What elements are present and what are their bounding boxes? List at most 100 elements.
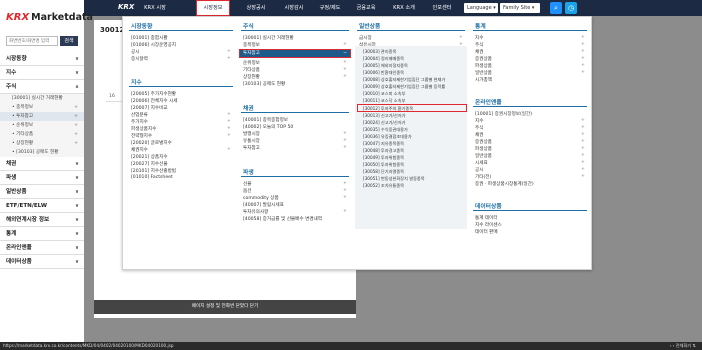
menu-item[interactable]: 채권지수 xyxy=(131,147,148,153)
menu-item[interactable]: [20020] 글로벌지수 xyxy=(131,140,172,146)
search-button[interactable]: 검색 xyxy=(60,36,78,46)
menu-item[interactable]: 선물 xyxy=(243,181,251,187)
sidebar-item-commodity[interactable]: 일반상품 ∨ xyxy=(0,185,84,199)
sidebar-sub-stock-info[interactable]: • 종목정보 + xyxy=(0,103,84,112)
menu-item[interactable]: [40002] 오늘의 TOP 50 xyxy=(243,124,293,130)
submenu-item[interactable]: [30047] 지유종목종목 xyxy=(363,141,404,147)
nav-listing-disclosure[interactable]: 상장공시 xyxy=(240,0,272,16)
menu-item[interactable]: 주식 xyxy=(475,125,483,131)
submenu-item[interactable]: [30050] 투자위험종목 xyxy=(363,162,404,168)
submenu-item[interactable]: [30024] 신고가/신저가 xyxy=(363,120,405,126)
menu-item[interactable]: 공시 xyxy=(131,49,139,55)
submenu-item[interactable]: [30006] 반환대인종목 xyxy=(363,70,404,76)
menu-item[interactable]: 투자참고 xyxy=(243,145,260,151)
menu-item[interactable]: 주가지수 xyxy=(131,119,148,125)
menu-item[interactable]: 순위정보 xyxy=(243,60,260,66)
sidebar-item-data-products[interactable]: 데이터상품 ∨ xyxy=(0,255,84,269)
menu-item[interactable]: 투자유의사항 xyxy=(243,209,268,215)
krx-top-logo[interactable]: KRX xyxy=(118,3,134,11)
submenu-item[interactable]: [30009] 상호출자제한기업집단 그룹별 등락률 xyxy=(363,84,445,90)
sidebar-item-derivatives[interactable]: 파생 ∨ xyxy=(0,171,84,185)
menu-item[interactable]: 파생상품 xyxy=(475,63,492,69)
sidebar-sub-ranking[interactable]: • 순위정보 + xyxy=(0,121,84,130)
menu-item[interactable]: 시가총액 xyxy=(475,77,492,83)
menu-item[interactable]: 데이터 판매 xyxy=(475,229,498,235)
menu-item[interactable]: 증시달력 xyxy=(131,56,148,62)
submenu-item[interactable]: [30004] 정리매매종목 xyxy=(363,56,404,62)
menu-item[interactable]: commodity 상품 xyxy=(243,195,279,201)
menu-item[interactable]: 주식 xyxy=(475,42,483,48)
menu-item[interactable]: 채권 xyxy=(475,49,483,55)
menu-item[interactable]: [20021] 상품지수 xyxy=(131,154,168,160)
menu-item[interactable]: 지수 라이센스 xyxy=(475,222,502,228)
submenu-item-selected[interactable]: [30012] 투자주의 환기종목 xyxy=(357,104,467,112)
submenu-item[interactable]: [30048] 투자경고종목 xyxy=(363,148,404,154)
sidebar-sub-invest-ref[interactable]: • 투자참고 + xyxy=(0,112,84,121)
submenu-item[interactable]: [30049] 투자위험종목 xyxy=(363,155,404,161)
menu-item[interactable]: [01001] 종합시황 xyxy=(131,35,168,41)
menu-item[interactable]: 상장현황 xyxy=(243,74,260,80)
menu-item[interactable]: 파생상품지수 xyxy=(131,126,156,132)
menu-item[interactable]: 금시장 xyxy=(359,35,372,41)
menu-item[interactable]: 산업분류 xyxy=(131,112,148,118)
submenu-item[interactable]: [30003] 관리종목 xyxy=(363,49,396,55)
family-site-select[interactable]: Family Site ▾ xyxy=(500,3,540,13)
clock-icon[interactable]: ◷ xyxy=(565,2,577,14)
nav-finance-education[interactable]: 금융교육 xyxy=(350,0,382,16)
sidebar-item-overseas[interactable]: 해외연계시장 정보 ∨ xyxy=(0,213,84,227)
menu-item[interactable]: [40007] 발림시세표 xyxy=(243,202,284,208)
panel-footer-button[interactable]: 페이지 설정 및 전화번 닫았다 닫기 xyxy=(94,300,356,314)
menu-item[interactable]: 통계 데이터 xyxy=(475,215,498,221)
menu-item[interactable]: 발행시장 xyxy=(243,131,260,137)
nav-krx-market[interactable]: KRX 시장 xyxy=(138,0,172,16)
search-input[interactable] xyxy=(6,36,58,46)
menu-item[interactable]: 증권상품 xyxy=(475,139,492,145)
nav-market-surveillance[interactable]: 시장감시 xyxy=(278,0,310,16)
menu-item[interactable]: 지수 xyxy=(475,118,483,124)
menu-item[interactable]: 옵션 xyxy=(243,188,251,194)
menu-item[interactable]: [20027] 지수선물 xyxy=(131,161,168,167)
sidebar-sub-etc[interactable]: • 기타상품 + xyxy=(0,130,84,139)
sidebar-item-stock[interactable]: 주식 ∧ xyxy=(0,80,84,94)
menu-item[interactable]: [10001] 증권시장정보(일간) xyxy=(475,111,532,117)
sidebar-item-etf[interactable]: ETF/ETN/ELW ∨ xyxy=(0,199,84,213)
menu-item[interactable]: 공시 xyxy=(475,167,483,173)
menu-item[interactable]: [20007] 지수비교 xyxy=(131,105,168,111)
menu-item[interactable]: [40001] 종목종합정보 xyxy=(243,117,288,123)
menu-item[interactable]: 시세표 xyxy=(475,160,488,166)
sidebar-item-market-trend[interactable]: 시장동향 ∨ xyxy=(0,52,84,66)
menu-item[interactable]: 종목정보 xyxy=(243,42,260,48)
menu-item[interactable]: 일반상품 xyxy=(475,153,492,159)
menu-item[interactable]: 기타(전) xyxy=(475,174,491,180)
sidebar-sub-short-sale[interactable]: • [30103] 공매도 현황 xyxy=(0,148,84,157)
submenu-item[interactable]: [30035] 수익증권대용가 xyxy=(363,127,408,133)
menu-item[interactable]: [20101] 지수산출방법 xyxy=(131,168,176,174)
submenu-item[interactable]: [30051] 변동성완화장치 발동종목 xyxy=(363,176,425,182)
menu-item[interactable]: [30001] 실시간 거래현황 xyxy=(243,35,294,41)
search-icon[interactable]: ⌕ xyxy=(550,2,562,14)
nav-krx-about[interactable]: KRX 소개 xyxy=(388,0,420,16)
submenu-item[interactable]: [30010] 코스피 소속부 xyxy=(363,91,405,97)
menu-item[interactable]: 채권 xyxy=(475,132,483,138)
menu-item[interactable]: [30103] 공매도 현황 xyxy=(243,81,285,87)
menu-item[interactable]: 파생상품 xyxy=(475,146,492,152)
sidebar-item-online[interactable]: 온라인앤플 ∨ xyxy=(0,241,84,255)
menu-item[interactable]: 증권상품 xyxy=(475,56,492,62)
nav-market-info[interactable]: 시장정보 xyxy=(196,0,230,16)
menu-item[interactable]: [01010] Factsheet xyxy=(131,175,173,180)
menu-item[interactable]: [01006] 시장운영공지 xyxy=(131,42,176,48)
menu-item-invest-ref-selected[interactable]: 투자참고 − xyxy=(239,49,351,58)
nav-rules[interactable]: 규정/제도 xyxy=(314,0,346,16)
menu-item[interactable]: [40058] 증거금률 및 선물배수 변경내역 xyxy=(243,216,322,222)
sidebar-item-index[interactable]: 지수 ∨ xyxy=(0,66,84,80)
submenu-item[interactable]: [30008] 상호출자제한기업집단 그룹별 현재가 xyxy=(363,77,445,83)
language-select[interactable]: Language ▾ xyxy=(464,3,498,13)
sidebar-item-stats[interactable]: 통계 ∨ xyxy=(0,227,84,241)
submenu-item[interactable]: [30005] 해외지정지종목 xyxy=(363,63,408,69)
menu-item[interactable]: 유통시장 xyxy=(243,138,260,144)
nav-info-center[interactable]: 인포센터 xyxy=(426,0,458,16)
menu-item[interactable]: [20005] 주가지수현황 xyxy=(131,91,176,97)
menu-item[interactable]: 증권 · 파생상품시장통계(일간) xyxy=(475,181,534,187)
submenu-item[interactable]: [30052] 조치유통종목 xyxy=(363,183,404,189)
menu-item[interactable]: [20006] 전체지수 시세 xyxy=(131,98,177,104)
